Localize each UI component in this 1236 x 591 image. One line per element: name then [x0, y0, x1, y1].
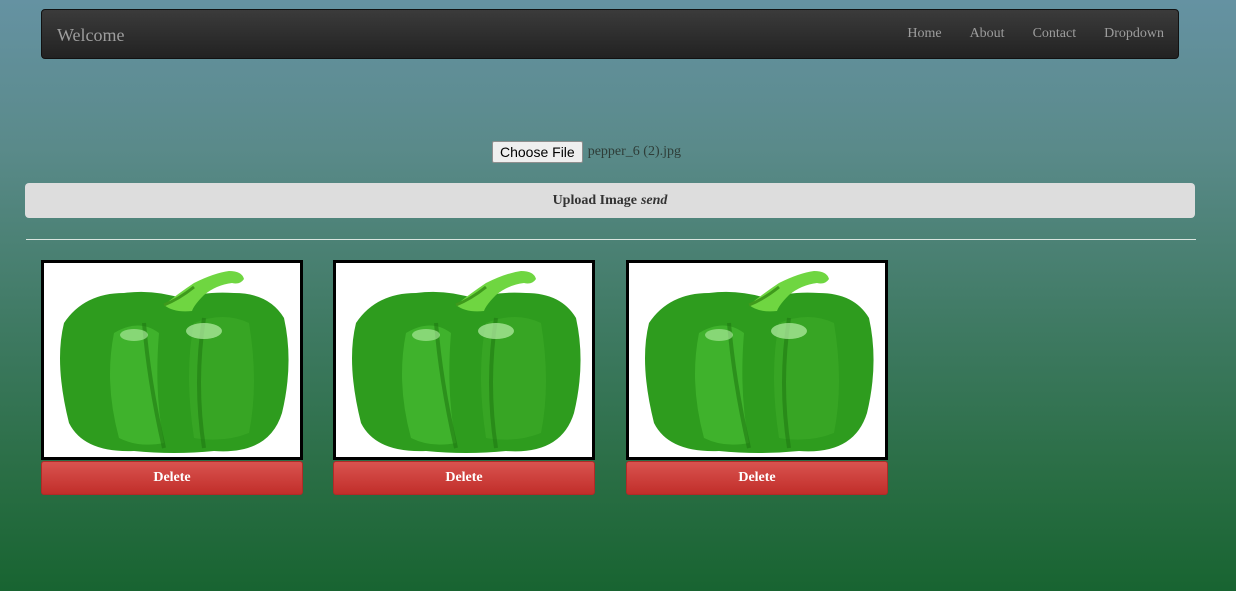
- gallery-card: Delete: [41, 260, 303, 495]
- nav-dropdown-link[interactable]: Dropdown: [1090, 26, 1178, 42]
- file-input: Choose File pepper_6 (2).jpg: [492, 141, 681, 163]
- nav-about-link[interactable]: About: [956, 26, 1019, 42]
- upload-button-send-text: send: [640, 192, 668, 208]
- delete-button[interactable]: Delete: [626, 461, 888, 495]
- gallery-card: Delete: [626, 260, 888, 495]
- selected-file-name: pepper_6 (2).jpg: [587, 144, 682, 159]
- delete-button[interactable]: Delete: [333, 461, 595, 495]
- upload-image-button[interactable]: Upload Image send: [25, 183, 1195, 218]
- nav-links: Home About Contact Dropdown: [893, 10, 1178, 58]
- top-navbar: Welcome Home About Contact Dropdown: [41, 9, 1179, 59]
- gallery-card: Delete: [333, 260, 595, 495]
- pepper-image: [41, 260, 303, 460]
- delete-button[interactable]: Delete: [41, 461, 303, 495]
- pepper-image: [333, 260, 595, 460]
- brand-link[interactable]: Welcome: [57, 25, 125, 46]
- choose-file-button[interactable]: Choose File: [492, 141, 583, 163]
- nav-contact-link[interactable]: Contact: [1019, 26, 1091, 42]
- section-divider: [26, 239, 1196, 240]
- upload-button-label: Upload Image: [552, 192, 637, 208]
- pepper-image: [626, 260, 888, 460]
- nav-home-link[interactable]: Home: [893, 26, 955, 42]
